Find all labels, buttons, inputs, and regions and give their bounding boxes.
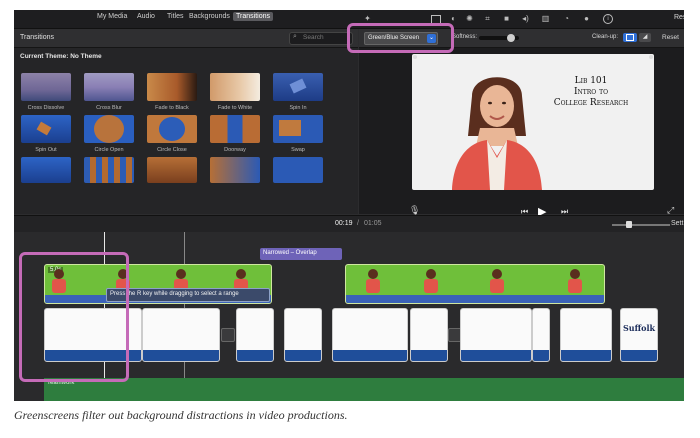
tile-spin-out[interactable] [21, 115, 71, 143]
current-theme-label: Current Theme: No Theme [20, 53, 102, 60]
slide-clip[interactable] [532, 308, 550, 362]
tile-label: Spin Out [35, 147, 57, 153]
highlight-box [19, 252, 129, 382]
search-placeholder: Search [303, 34, 324, 41]
tile-swap[interactable] [273, 115, 323, 143]
camera-icon[interactable]: ■ [502, 14, 511, 23]
tile-label: Fade to White [217, 105, 253, 111]
audio-waveform [346, 295, 604, 303]
tile-fade-to-black[interactable] [147, 73, 197, 101]
slide-clip[interactable] [332, 308, 408, 362]
tile-label: Doorway [224, 147, 246, 153]
slide-clip[interactable] [460, 308, 532, 362]
highlight-dropdown [347, 23, 454, 53]
tile-label: Spin In [289, 105, 307, 111]
zoom-slider[interactable] [612, 221, 670, 228]
slide-title: Lib 101 Intro to College Research [532, 76, 650, 109]
slide-clip[interactable]: Suffolk [620, 308, 658, 362]
browser-title: Transitions [20, 34, 54, 41]
video-frame: Lib 101 Intro to College Research [412, 54, 654, 190]
slide-clip[interactable] [410, 308, 448, 362]
tab-audio[interactable]: Audio [137, 13, 155, 20]
slide-clip[interactable] [142, 308, 220, 362]
magic-wand-icon[interactable]: ✦ [363, 14, 372, 23]
transitions-browser: Transitions ⌕ Search Current Theme: No T… [14, 29, 358, 214]
speed-icon[interactable]: ◔ [562, 14, 571, 23]
tile-transition[interactable] [84, 157, 134, 183]
tile-circle-close[interactable] [147, 115, 197, 143]
slide-clip[interactable] [236, 308, 274, 362]
search-input[interactable]: ⌕ Search [289, 32, 353, 45]
viewer-panel: Green/Blue Screen ⌄ Softness: Clean-up: … [359, 29, 684, 218]
tile-label: Swap [291, 147, 305, 153]
slider-knob[interactable] [507, 34, 515, 42]
overlap-label: Narrowed – Overlap [263, 250, 317, 256]
tile-label: Circle Open [94, 147, 124, 153]
slide-clip[interactable] [560, 308, 612, 362]
settings-button[interactable]: Sett [671, 220, 683, 227]
tile-transition[interactable] [147, 157, 197, 183]
total-time: 01:05 [364, 220, 382, 227]
crop-icon[interactable]: ⌗ [483, 14, 492, 23]
slide-clip[interactable] [284, 308, 322, 362]
range-tooltip: Press the R key while dragging to select… [106, 288, 270, 302]
tile-transition[interactable] [21, 157, 71, 183]
tile-cross-dissolve[interactable] [21, 73, 71, 101]
noise-eq-icon[interactable]: ▥ [541, 14, 550, 23]
tile-label: Cross Dissolve [27, 105, 65, 111]
time-separator: / [357, 220, 359, 227]
slide-line-2: Intro to [573, 87, 609, 97]
timeline-toolbar: 00:19 / 01:05 Sett [14, 215, 684, 232]
tile-circle-open[interactable] [84, 115, 134, 143]
music-track[interactable]: Teamwork [44, 378, 684, 401]
slide-line-1: Lib 101 [574, 76, 608, 86]
imovie-window: My Media Audio Titles Backgrounds Transi… [14, 10, 684, 401]
reset-all-button[interactable]: Reset [674, 14, 684, 21]
tile-label: Fade to Black [155, 105, 189, 111]
softness-label: Softness: [452, 34, 478, 40]
eraser-button[interactable]: ◢ [639, 33, 651, 42]
slide-line-3: College Research [553, 98, 629, 108]
tile-cross-blur[interactable] [84, 73, 134, 101]
info-icon[interactable]: i [603, 14, 613, 24]
softness-slider[interactable] [479, 34, 519, 42]
search-icon: ⌕ [293, 33, 297, 40]
tile-spin-in[interactable] [273, 73, 323, 101]
tile-doorway[interactable] [210, 115, 260, 143]
filter-icon[interactable]: ● [582, 14, 591, 23]
zoom-knob[interactable] [626, 221, 632, 228]
tile-label: Cross Blur [96, 105, 122, 111]
caption: Greenscreens filter out background distr… [14, 408, 348, 422]
tile-transition[interactable] [210, 157, 260, 183]
timeline-area: Narrowed – Overlap 5.0s Press the R key … [14, 232, 684, 401]
suffolk-logo-text: Suffolk [623, 323, 656, 333]
tooltip-text: Press the R key while dragging to select… [110, 291, 239, 297]
tile-fade-to-white[interactable] [210, 73, 260, 101]
tab-transitions[interactable]: Transitions [233, 12, 273, 21]
tab-backgrounds[interactable]: Backgrounds [189, 13, 230, 20]
current-time: 00:19 [335, 220, 353, 227]
color-balance-icon[interactable]: ◐ [449, 14, 458, 23]
tile-transition[interactable] [273, 157, 323, 183]
color-correction-icon[interactable]: ✺ [465, 14, 474, 23]
crop-icon [626, 34, 634, 41]
cleanup-crop-button[interactable] [623, 33, 637, 42]
tile-label: Circle Close [157, 147, 187, 153]
reset-button[interactable]: Reset [662, 34, 679, 41]
tab-my-media[interactable]: My Media [97, 13, 127, 20]
volume-icon[interactable]: ◂) [521, 14, 530, 23]
overlap-bar[interactable]: Narrowed – Overlap [260, 248, 342, 260]
cleanup-label: Clean-up: [592, 34, 619, 40]
eraser-icon: ◢ [642, 34, 648, 40]
transition-marker[interactable] [221, 328, 235, 342]
tab-titles[interactable]: Titles [167, 13, 183, 20]
browser-header: Transitions ⌕ Search [14, 29, 358, 48]
